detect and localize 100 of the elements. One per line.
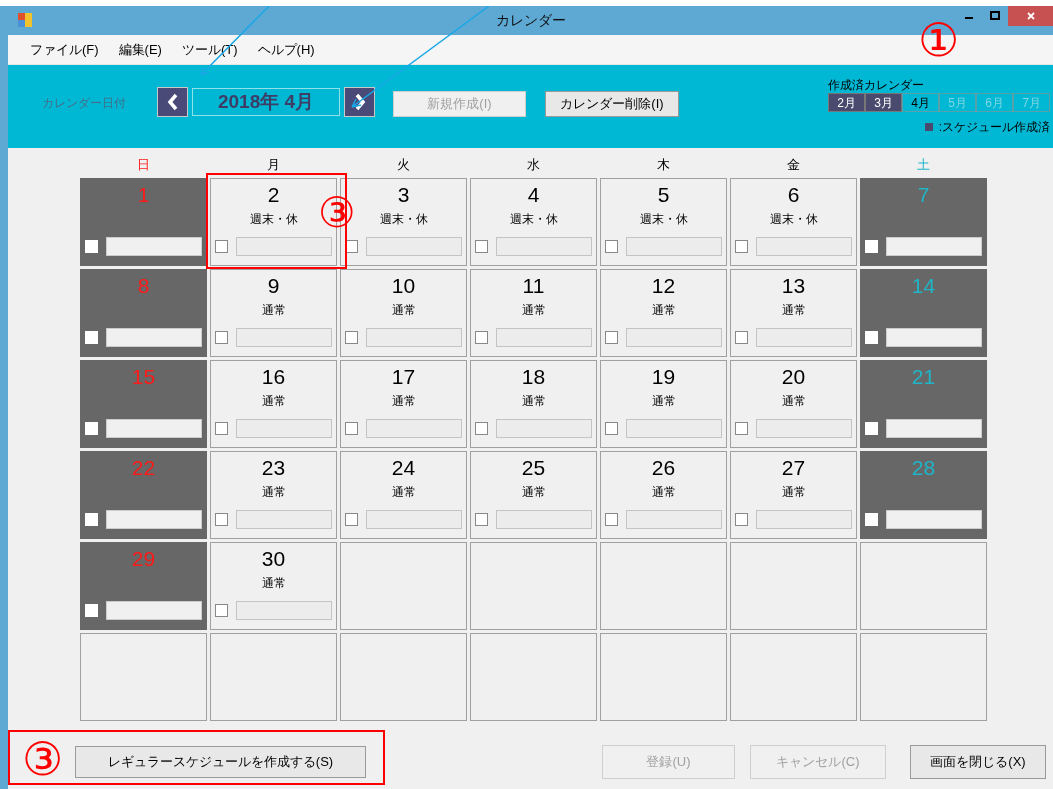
day-number: 9 <box>267 273 280 299</box>
day-type-label: 通常 <box>521 484 546 500</box>
day-cell[interactable]: 5 週末・休 <box>600 178 727 266</box>
day-cell[interactable]: 12 通常 <box>600 269 727 357</box>
note-field[interactable] <box>236 419 332 438</box>
note-field[interactable] <box>236 328 332 347</box>
close-screen-button[interactable]: 画面を閉じる(X) <box>910 745 1046 779</box>
day-cell[interactable]: 11 通常 <box>470 269 597 357</box>
day-cell[interactable]: 23 通常 <box>210 451 337 539</box>
note-field[interactable] <box>366 419 462 438</box>
day-checkbox[interactable] <box>345 422 358 435</box>
delete-calendar-button[interactable]: カレンダー削除(I) <box>545 91 679 117</box>
day-cell[interactable]: 4 週末・休 <box>470 178 597 266</box>
day-checkbox[interactable] <box>215 513 228 526</box>
month-tab[interactable]: 3月 <box>865 93 902 112</box>
note-field[interactable] <box>366 237 462 256</box>
day-checkbox[interactable] <box>475 513 488 526</box>
day-checkbox[interactable] <box>215 422 228 435</box>
day-checkbox[interactable] <box>475 422 488 435</box>
day-type-label: 通常 <box>651 393 676 409</box>
note-field[interactable] <box>626 419 722 438</box>
note-field[interactable] <box>236 510 332 529</box>
next-month-button[interactable] <box>344 87 375 117</box>
day-cell[interactable]: 9 通常 <box>210 269 337 357</box>
day-cell[interactable]: 26 通常 <box>600 451 727 539</box>
note-field[interactable] <box>106 328 202 347</box>
day-checkbox[interactable] <box>345 331 358 344</box>
day-number: 15 <box>131 364 156 390</box>
menu-item[interactable]: ヘルプ(H) <box>257 39 315 60</box>
note-field[interactable] <box>756 510 852 529</box>
day-number: 10 <box>391 273 416 299</box>
app-icon <box>18 13 32 27</box>
note-field[interactable] <box>106 601 202 620</box>
day-cell[interactable]: 30 通常 <box>210 542 337 630</box>
menu-item[interactable]: ファイル(F) <box>30 39 99 60</box>
note-field[interactable] <box>756 237 852 256</box>
note-field[interactable] <box>366 328 462 347</box>
day-type-label: 通常 <box>651 484 676 500</box>
day-checkbox[interactable] <box>735 513 748 526</box>
day-cell[interactable]: 24 通常 <box>340 451 467 539</box>
note-field[interactable] <box>106 237 202 256</box>
day-cell[interactable]: 10 通常 <box>340 269 467 357</box>
note-field[interactable] <box>366 510 462 529</box>
day-number: 5 <box>657 182 670 208</box>
day-type-label: 通常 <box>261 393 286 409</box>
note-field[interactable] <box>496 510 592 529</box>
day-checkbox[interactable] <box>605 513 618 526</box>
day-type-label: 通常 <box>391 302 416 318</box>
close-button[interactable] <box>1008 6 1053 26</box>
day-checkbox[interactable] <box>605 331 618 344</box>
month-tab[interactable]: 4月 <box>902 93 939 112</box>
day-cell[interactable]: 20 通常 <box>730 360 857 448</box>
day-number: 29 <box>131 546 156 572</box>
day-cell[interactable]: 18 通常 <box>470 360 597 448</box>
note-field[interactable] <box>886 237 982 256</box>
day-number: 17 <box>391 364 416 390</box>
note-field[interactable] <box>496 237 592 256</box>
day-checkbox[interactable] <box>735 331 748 344</box>
day-checkbox[interactable] <box>215 604 228 617</box>
note-field[interactable] <box>496 419 592 438</box>
note-field[interactable] <box>496 328 592 347</box>
day-checkbox[interactable] <box>475 331 488 344</box>
day-checkbox[interactable] <box>605 422 618 435</box>
day-number: 2 <box>267 182 280 208</box>
note-field[interactable] <box>756 328 852 347</box>
day-cell[interactable]: 17 通常 <box>340 360 467 448</box>
day-cell[interactable]: 27 通常 <box>730 451 857 539</box>
day-checkbox[interactable] <box>215 331 228 344</box>
note-field[interactable] <box>886 328 982 347</box>
day-cell[interactable]: 13 通常 <box>730 269 857 357</box>
day-checkbox[interactable] <box>605 240 618 253</box>
day-number: 16 <box>261 364 286 390</box>
day-checkbox[interactable] <box>735 240 748 253</box>
previous-month-button[interactable] <box>157 87 188 117</box>
note-field[interactable] <box>886 419 982 438</box>
day-checkbox[interactable] <box>215 240 228 253</box>
menu-item[interactable]: 編集(E) <box>118 39 162 60</box>
day-cell[interactable]: 16 通常 <box>210 360 337 448</box>
date-label: カレンダー日付 <box>42 95 126 112</box>
day-checkbox[interactable] <box>345 513 358 526</box>
day-cell[interactable]: 6 週末・休 <box>730 178 857 266</box>
note-field[interactable] <box>626 328 722 347</box>
note-field[interactable] <box>106 419 202 438</box>
create-regular-schedule-button[interactable]: レギュラースケジュールを作成する(S) <box>75 746 366 778</box>
day-checkbox[interactable] <box>735 422 748 435</box>
weekday-header: 土 <box>917 156 930 175</box>
note-field[interactable] <box>626 510 722 529</box>
note-field[interactable] <box>236 601 332 620</box>
day-type-label: 通常 <box>651 302 676 318</box>
day-cell[interactable]: 19 通常 <box>600 360 727 448</box>
maximize-icon <box>990 11 1000 21</box>
note-field[interactable] <box>756 419 852 438</box>
day-checkbox[interactable] <box>475 240 488 253</box>
note-field[interactable] <box>626 237 722 256</box>
note-field[interactable] <box>106 510 202 529</box>
day-cell[interactable]: 25 通常 <box>470 451 597 539</box>
day-number: 1 <box>137 182 150 208</box>
month-tab[interactable]: 2月 <box>828 93 865 112</box>
note-field[interactable] <box>236 237 332 256</box>
note-field[interactable] <box>886 510 982 529</box>
